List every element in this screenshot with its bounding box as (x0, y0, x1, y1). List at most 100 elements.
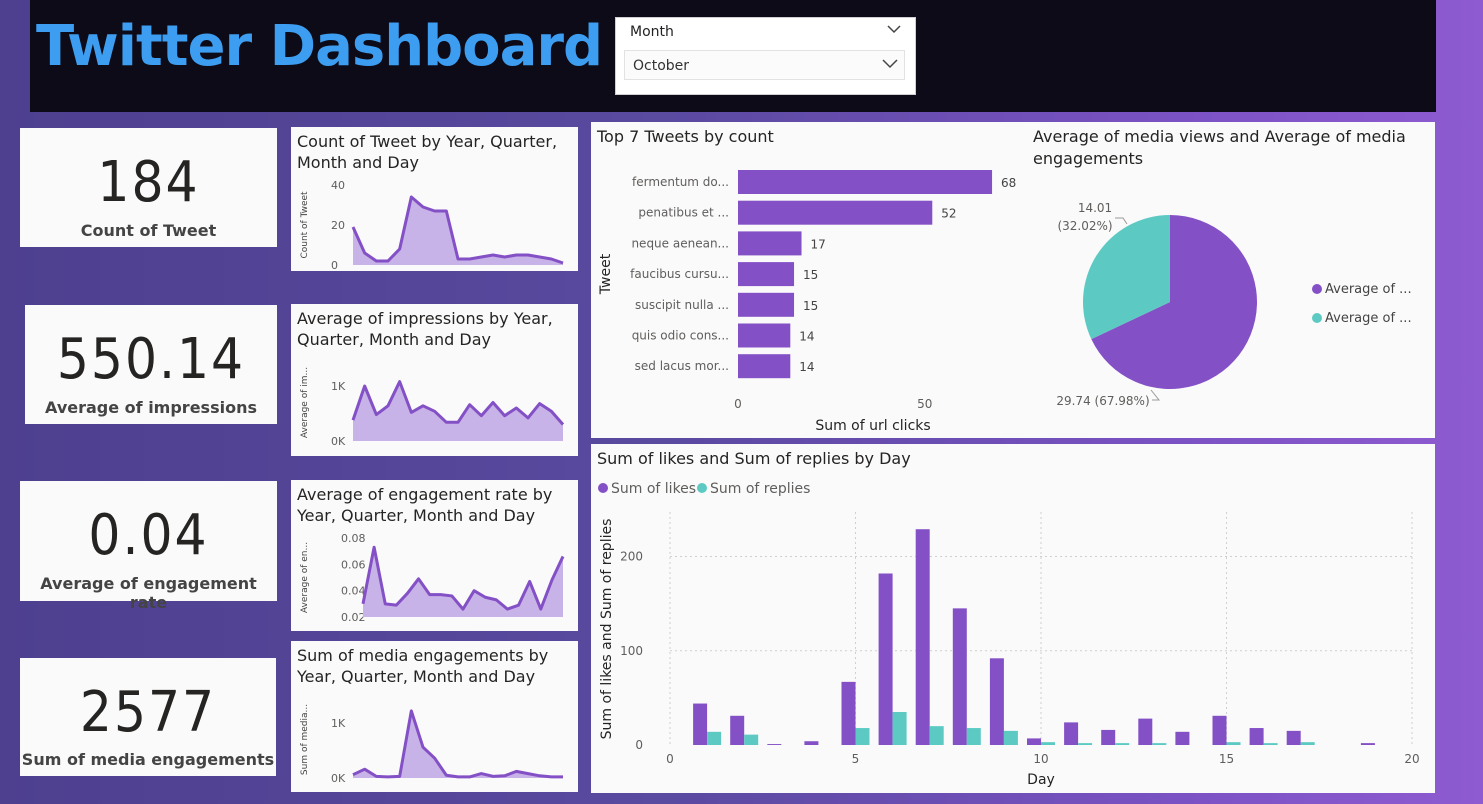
y-tick-label: 0 (635, 738, 643, 752)
bar (738, 262, 795, 287)
series-line (351, 195, 564, 265)
x-tick-label: 15 (1219, 752, 1234, 766)
kpi-label: Count of Tweet (80, 221, 217, 240)
kpi-value: 0.04 (88, 503, 209, 568)
slicer-dropdown[interactable]: October (624, 50, 905, 80)
bar-likes (878, 573, 893, 745)
legend-marker (1312, 284, 1322, 294)
bar-replies (929, 726, 944, 745)
mini-chart-tweet-count[interactable]: 0 20 40 Count of Tweet Count of Tweet by Ye… (291, 127, 578, 271)
top-tweets-svg: fermentum do... 68 penatibus et ... 52 neque… (598, 170, 1016, 434)
mini-chart-media-engagements[interactable]: 0K 1K Sum of media... Sum of media engagem… (291, 641, 578, 792)
legend-label: Average of ... (1325, 282, 1412, 297)
series-area (353, 710, 563, 778)
bar (738, 323, 791, 348)
mini-chart-title: Sum of media engagements by Year, Quarte… (297, 646, 549, 686)
x-axis-label: Sum of url clicks (815, 418, 930, 434)
mini-chart-title: Average of impressions by Year, Quarter,… (297, 309, 553, 349)
chevron-down-icon[interactable] (882, 55, 898, 75)
bar (738, 354, 791, 379)
bar-replies (744, 734, 759, 745)
y-tick-label: 1K (331, 380, 346, 393)
kpi-label: Average of impressions (45, 398, 257, 417)
y-tick-label: 100 (620, 644, 643, 658)
kpi-value: 184 (97, 150, 200, 215)
bar-replies (1226, 742, 1241, 745)
x-tick-label: 10 (1033, 752, 1048, 766)
series-line (352, 709, 563, 779)
bar (738, 200, 933, 225)
y-axis-label: Average of im... (300, 367, 310, 438)
bar-replies (1300, 742, 1315, 745)
data-label: (32.02%) (1057, 219, 1112, 233)
category-label: faucibus cursu... (630, 267, 729, 281)
data-label: 68 (1001, 176, 1016, 190)
bar-likes (1286, 730, 1301, 745)
x-tick-label: 20 (1404, 752, 1419, 766)
likes-replies-chart[interactable]: Sum of likes and Sum of replies by Day 0… (591, 444, 1435, 793)
x-tick-label: 5 (852, 752, 860, 766)
bar-likes (767, 744, 782, 745)
bar-likes (1249, 728, 1264, 745)
y-tick-label: 40 (331, 179, 345, 192)
likes-replies-svg: 0 5 10 15 200100200Sum of likes Sum of replie… (598, 481, 1420, 788)
legend-marker (598, 483, 608, 493)
mini-chart-engagement-rate[interactable]: 0.02 0.04 0.06 0.08 Average of en... Average… (291, 480, 578, 631)
legend-label: Average of ... (1325, 311, 1412, 326)
month-slicer[interactable]: Month October (615, 17, 916, 95)
bar-likes (1175, 731, 1190, 745)
data-label: 17 (811, 237, 826, 251)
bar-replies (855, 728, 870, 745)
category-label: suscipit nulla ... (635, 298, 729, 312)
category-label: neque aenean... (631, 236, 729, 250)
data-label: 15 (803, 268, 818, 282)
bar-replies (1003, 730, 1018, 745)
y-tick-label: 0 (331, 259, 338, 271)
kpi-label: Sum of media engagements (21, 750, 275, 769)
kpi-card-media-engagements[interactable]: 2577 Sum of media engagements (20, 658, 276, 776)
kpi-card-tweet-count[interactable]: 184 Count of Tweet (20, 128, 277, 247)
bar-likes (1138, 718, 1153, 745)
slicer-field-label: Month (630, 24, 674, 40)
bar-likes (841, 681, 856, 745)
data-label: 52 (941, 207, 956, 221)
bar-likes (989, 658, 1004, 745)
chart-title: Average of media views and Average of me… (1033, 127, 1406, 168)
kpi-card-impressions[interactable]: 550.14 Average of impressions (25, 305, 277, 424)
bar-likes (1360, 743, 1375, 745)
y-axis-label: Count of Tweet (300, 191, 310, 259)
bar-likes (1027, 738, 1041, 745)
bar-likes (730, 715, 745, 745)
y-tick-label: 0.08 (341, 532, 366, 545)
y-axis-label: Sum of likes and Sum of replies (599, 519, 615, 740)
bar (738, 170, 993, 194)
bar-replies (966, 728, 981, 745)
category-label: penatibus et ... (638, 206, 729, 220)
data-label: 15 (803, 299, 818, 313)
top-tweets-chart[interactable]: Top 7 Tweets by count fermentum do... 68 p… (591, 122, 1027, 438)
page-title: Twitter Dashboard (36, 14, 603, 79)
chevron-down-icon[interactable] (887, 22, 901, 40)
bar-likes (915, 529, 930, 745)
leader-line (1150, 389, 1161, 401)
mini-chart-impressions[interactable]: 0K 1K Average of im... Average of impressi… (291, 304, 578, 456)
slicer-selected-value: October (633, 58, 690, 74)
data-label: 14.01 (1078, 201, 1112, 215)
y-axis-label: Tweet (598, 253, 614, 295)
kpi-card-engagement-rate[interactable]: 0.04 Average of engagement rate (20, 481, 277, 612)
kpi-label: Average of engagement rate (40, 574, 257, 612)
legend-marker (697, 483, 707, 493)
x-tick-label: 0 (666, 752, 674, 766)
category-label: fermentum do... (632, 175, 729, 189)
chart-title: Top 7 Tweets by count (597, 127, 774, 146)
legend-marker (1312, 313, 1322, 323)
bar-likes (1064, 722, 1079, 745)
data-label: 14 (799, 360, 814, 374)
chart-title: Sum of likes and Sum of replies by Day (597, 449, 911, 468)
media-pie-chart[interactable]: Average of media views and Average of me… (1027, 122, 1435, 438)
leader-line (1115, 217, 1128, 225)
y-tick-label: 20 (331, 219, 345, 232)
bar-likes (693, 703, 708, 745)
bar-likes (1101, 729, 1116, 745)
mini-chart-title: Average of engagement rate by Year, Quar… (297, 485, 553, 525)
